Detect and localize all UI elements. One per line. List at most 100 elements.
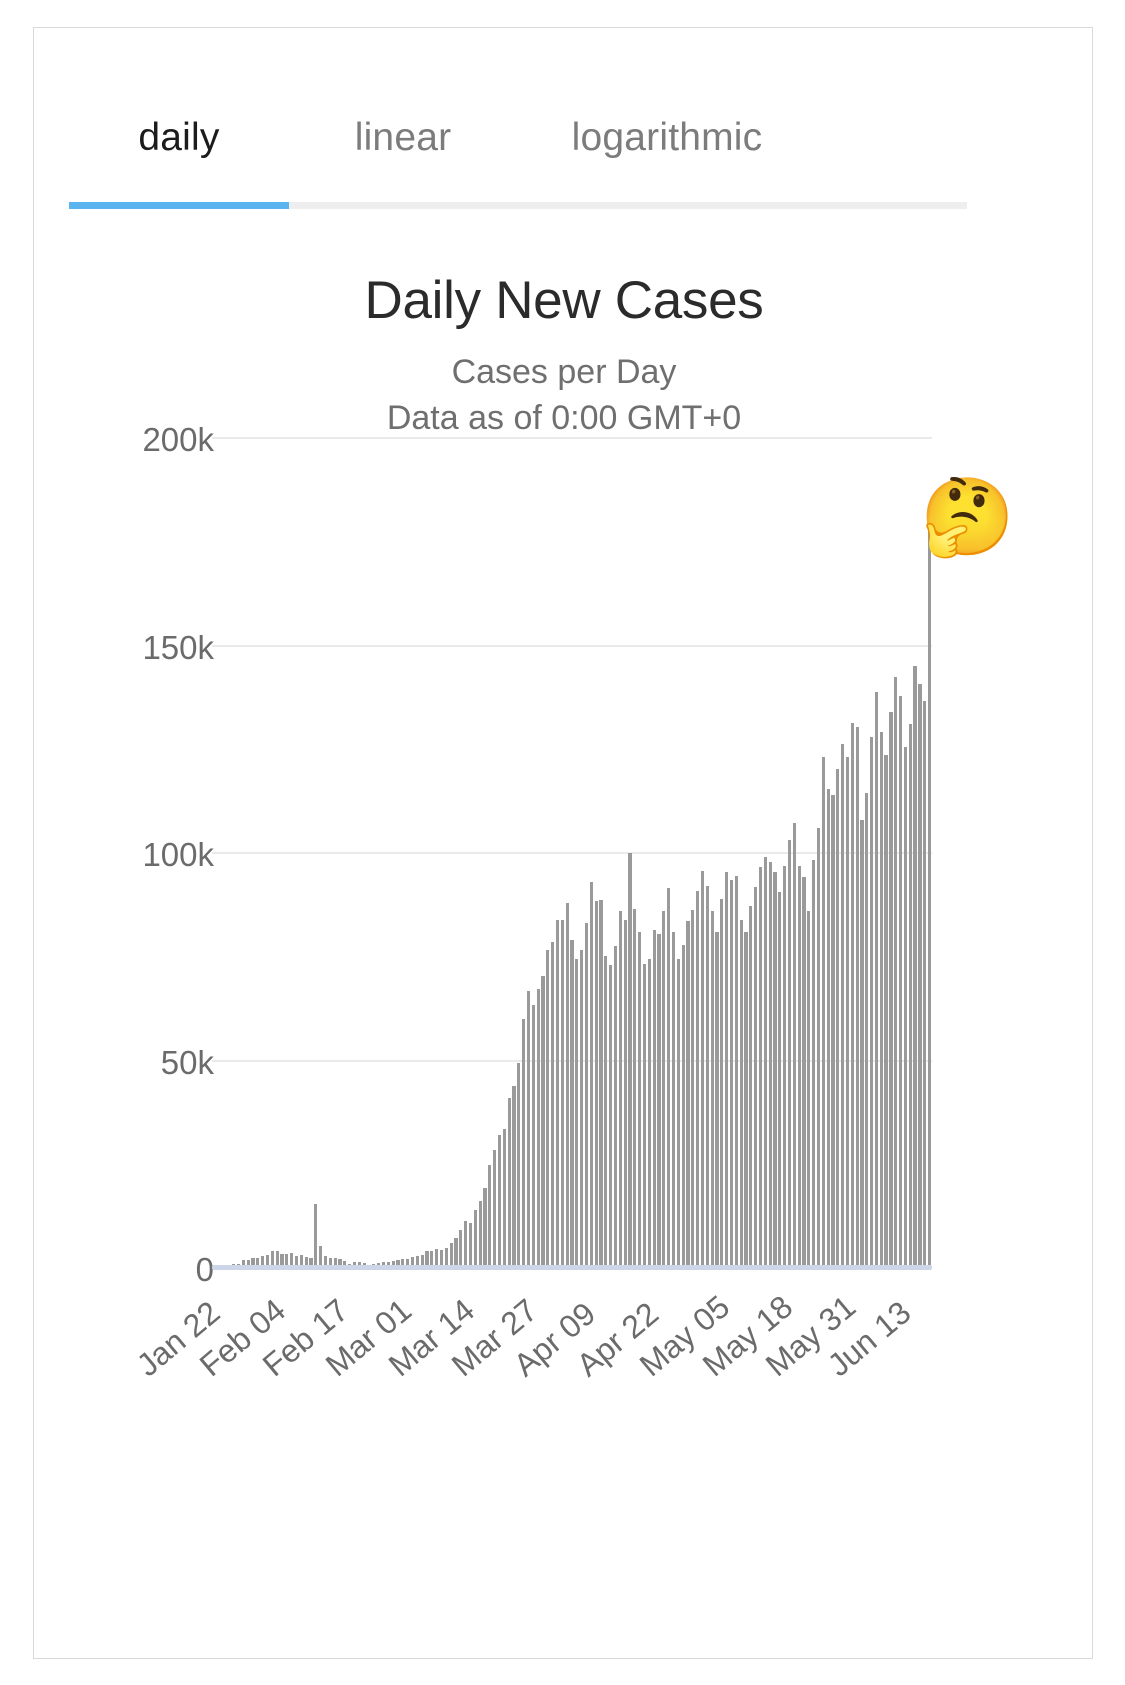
bar[interactable] (575, 958, 579, 1267)
bar[interactable] (681, 945, 685, 1267)
bar[interactable] (493, 1150, 497, 1267)
bar[interactable] (783, 865, 787, 1267)
bar[interactable] (715, 931, 719, 1267)
bar[interactable] (792, 822, 796, 1267)
bar[interactable] (879, 731, 883, 1267)
bar[interactable] (464, 1220, 468, 1267)
bar[interactable] (768, 862, 772, 1267)
bar[interactable] (831, 794, 835, 1267)
bar[interactable] (618, 910, 622, 1267)
bar[interactable] (522, 1019, 526, 1267)
bar[interactable] (647, 959, 651, 1267)
bar[interactable] (652, 930, 656, 1267)
bar[interactable] (923, 701, 927, 1267)
bar[interactable] (898, 695, 903, 1267)
bar[interactable] (734, 876, 738, 1267)
bar[interactable] (604, 956, 608, 1267)
bar[interactable] (497, 1135, 502, 1267)
bar[interactable] (570, 940, 574, 1267)
bar[interactable] (536, 988, 540, 1267)
bar[interactable] (449, 1243, 453, 1267)
bar[interactable] (473, 1210, 477, 1267)
bar[interactable] (565, 903, 569, 1267)
bar[interactable] (657, 933, 661, 1267)
bar[interactable] (686, 921, 690, 1267)
bar[interactable] (812, 860, 816, 1267)
bar[interactable] (720, 899, 724, 1267)
bar[interactable] (502, 1128, 506, 1267)
bar[interactable] (845, 756, 850, 1267)
bar[interactable] (599, 899, 603, 1267)
bar[interactable] (560, 920, 564, 1267)
bar[interactable] (802, 877, 806, 1267)
bar[interactable] (841, 744, 845, 1267)
bar[interactable] (609, 965, 613, 1267)
bar[interactable] (594, 901, 598, 1267)
bar[interactable] (454, 1237, 458, 1267)
bar[interactable] (763, 856, 767, 1267)
bar[interactable] (638, 932, 642, 1267)
bar[interactable] (850, 723, 854, 1267)
bar[interactable] (671, 932, 676, 1267)
bar[interactable] (918, 683, 922, 1267)
bar[interactable] (676, 958, 680, 1267)
bar[interactable] (468, 1223, 473, 1267)
bar[interactable] (826, 788, 830, 1267)
bar[interactable] (623, 920, 627, 1267)
bar[interactable] (913, 666, 917, 1267)
bar[interactable] (754, 886, 758, 1267)
bar[interactable] (894, 676, 898, 1267)
bar[interactable] (667, 887, 671, 1267)
bar[interactable] (884, 755, 888, 1267)
bar[interactable] (705, 885, 709, 1267)
bar[interactable] (478, 1201, 482, 1267)
bar[interactable] (797, 866, 801, 1267)
bar[interactable] (483, 1188, 487, 1267)
bar[interactable] (531, 1004, 535, 1267)
bar[interactable] (860, 819, 864, 1267)
bar[interactable] (589, 881, 593, 1267)
bar[interactable] (613, 945, 618, 1267)
bar[interactable] (526, 990, 531, 1267)
bar[interactable] (908, 724, 912, 1267)
bar[interactable] (749, 905, 753, 1267)
bar[interactable] (836, 769, 840, 1267)
bar[interactable] (628, 852, 632, 1267)
bar[interactable] (517, 1062, 521, 1267)
bar[interactable] (855, 727, 859, 1267)
bar[interactable] (691, 910, 695, 1267)
bar[interactable] (319, 1245, 323, 1267)
bar[interactable] (710, 910, 714, 1267)
bar[interactable] (739, 919, 743, 1267)
bar[interactable] (758, 866, 763, 1267)
bar[interactable] (865, 793, 869, 1267)
bar[interactable] (314, 1204, 318, 1267)
bar[interactable] (816, 827, 821, 1267)
bar[interactable] (927, 507, 932, 1267)
bar[interactable] (725, 872, 729, 1267)
bar[interactable] (459, 1229, 463, 1267)
bar[interactable] (700, 870, 705, 1267)
bar[interactable] (778, 892, 782, 1267)
bar[interactable] (633, 909, 637, 1267)
bar[interactable] (773, 872, 777, 1267)
bar[interactable] (546, 949, 550, 1267)
bar[interactable] (807, 910, 811, 1267)
bar[interactable] (662, 911, 666, 1267)
bar[interactable] (787, 840, 792, 1267)
bar[interactable] (744, 932, 748, 1267)
bar[interactable] (488, 1164, 492, 1267)
bar[interactable] (889, 712, 893, 1267)
bar[interactable] (555, 920, 560, 1267)
bar[interactable] (903, 746, 907, 1267)
bar[interactable] (541, 976, 545, 1267)
bar[interactable] (821, 756, 825, 1267)
bar[interactable] (512, 1085, 516, 1267)
bar[interactable] (696, 891, 700, 1267)
bar[interactable] (729, 880, 734, 1267)
bar[interactable] (869, 736, 874, 1267)
bar[interactable] (584, 923, 589, 1267)
bar[interactable] (551, 942, 555, 1267)
bar[interactable] (507, 1098, 511, 1267)
bar[interactable] (580, 949, 584, 1267)
